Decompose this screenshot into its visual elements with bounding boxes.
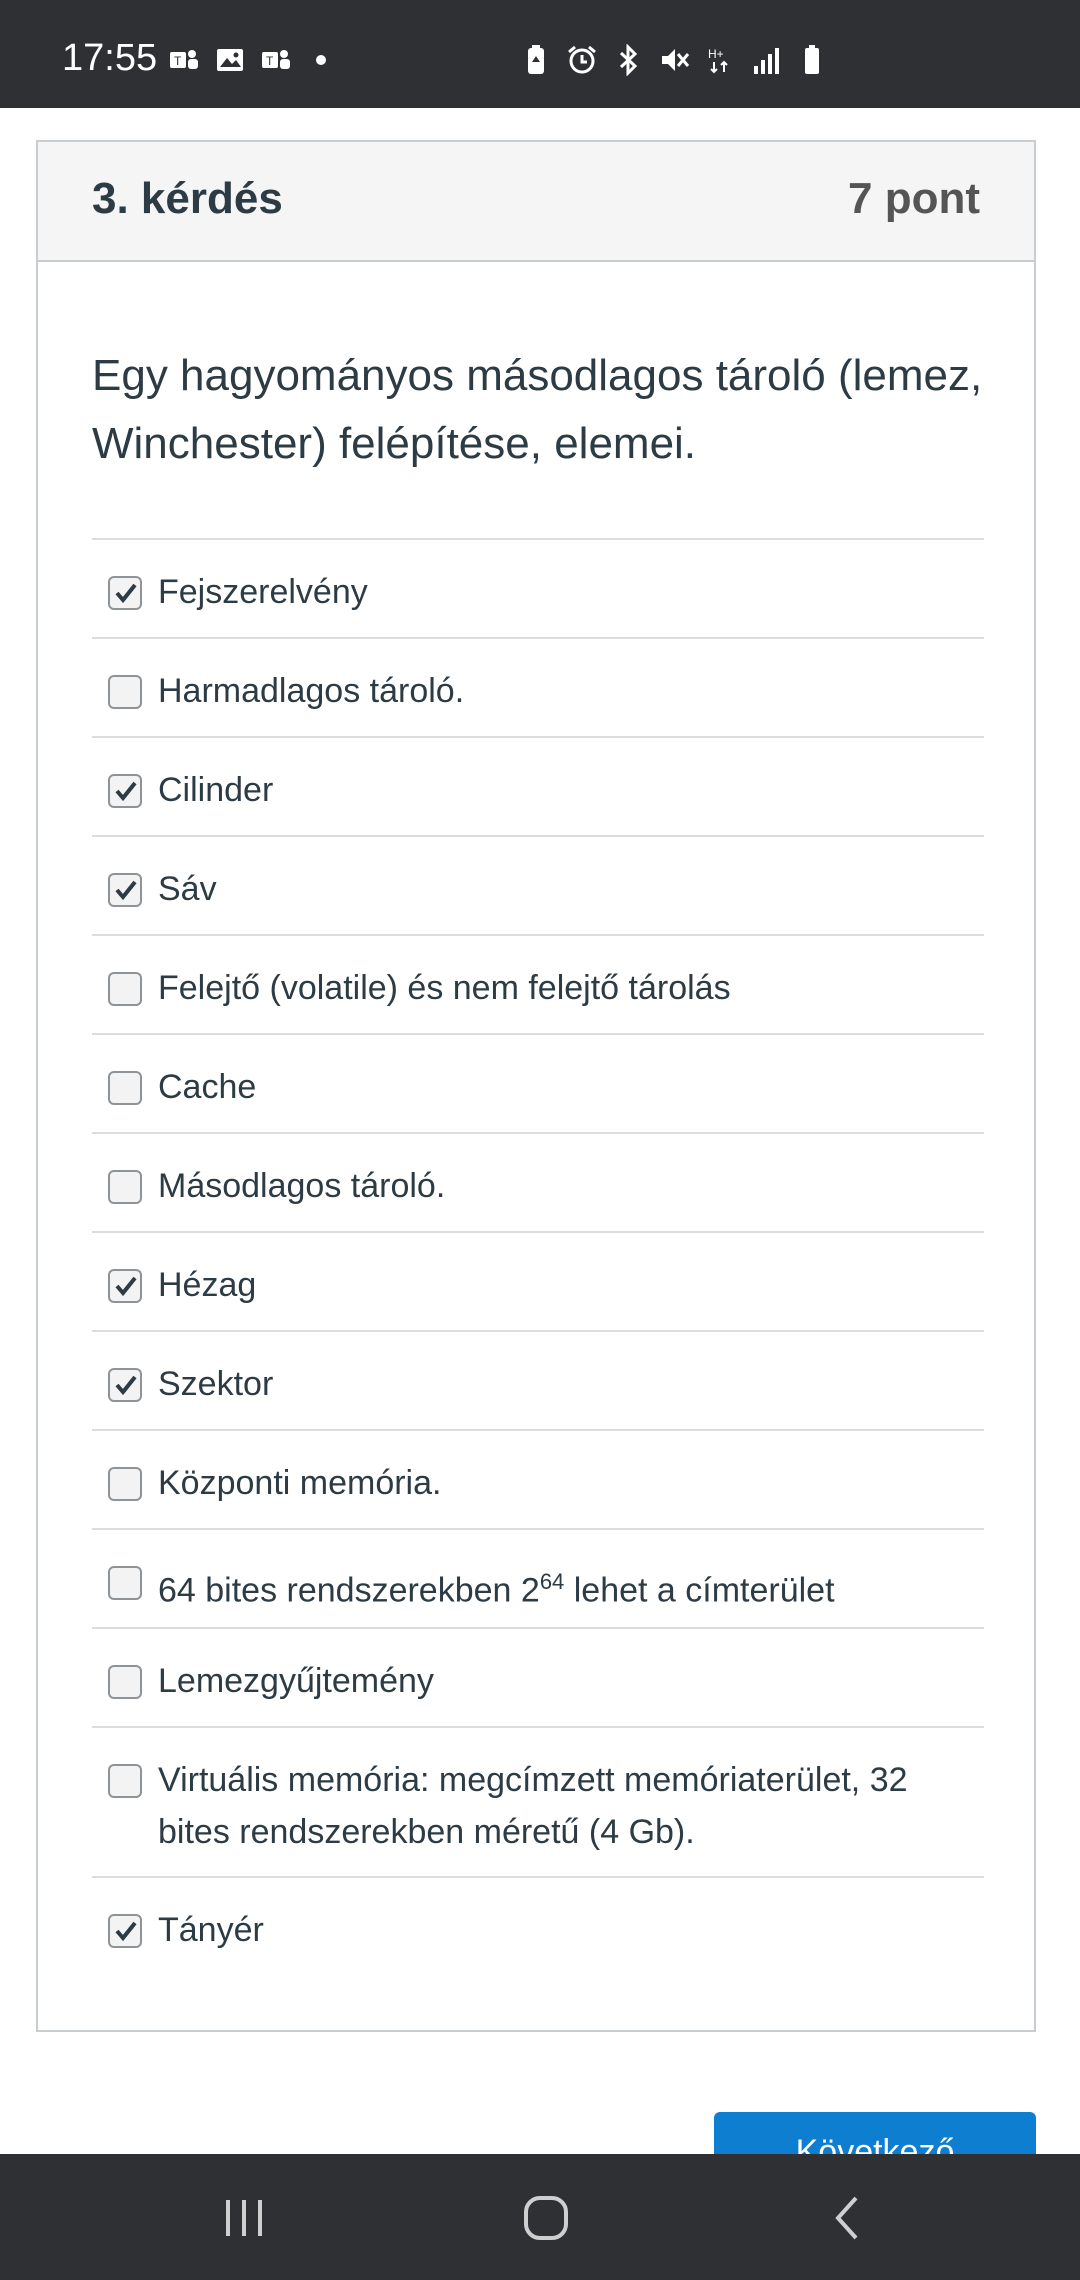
checkmark-icon	[115, 781, 137, 802]
answer-option[interactable]: Felejtő (volatile) és nem felejtő tárolá…	[92, 934, 984, 1033]
notification-dot	[316, 55, 326, 65]
navigation-bar	[0, 2154, 1080, 2280]
answer-label-text: 64 bites rendszerekben 2	[158, 1571, 540, 1610]
svg-text:T: T	[266, 54, 274, 68]
checkbox-checked[interactable]	[108, 873, 142, 907]
checkbox-checked[interactable]	[108, 576, 142, 610]
checkmark-icon	[115, 1375, 137, 1396]
svg-text:H+: H+	[708, 47, 724, 61]
checkbox-checked[interactable]	[108, 1368, 142, 1402]
checkbox-unchecked[interactable]	[108, 1467, 142, 1501]
answer-option[interactable]: Lemezgyűjtemény	[92, 1627, 984, 1726]
signal-icon	[754, 48, 779, 74]
checkbox-checked[interactable]	[108, 1269, 142, 1303]
checkbox-unchecked[interactable]	[108, 1170, 142, 1204]
data-hplus-icon: H+	[708, 47, 728, 74]
answer-label: 64 bites rendszerekben 264 lehet a címte…	[158, 1556, 974, 1616]
answer-label: Szektor	[158, 1365, 274, 1403]
answer-option[interactable]: Fejszerelvény	[92, 538, 984, 637]
answer-label: Harmadlagos tároló.	[158, 672, 465, 710]
answer-option[interactable]: Szektor	[92, 1330, 984, 1429]
checkbox-unchecked[interactable]	[108, 1566, 142, 1600]
checkbox-checked[interactable]	[108, 1914, 142, 1948]
answer-label: Lemezgyűjtemény	[158, 1662, 434, 1700]
question-points: 7 pont	[848, 174, 980, 223]
answer-label: Tányér	[158, 1911, 264, 1949]
answer-option[interactable]: Virtuális memória: megcímzett memóriater…	[92, 1726, 984, 1876]
status-bar: 17:55 T T H+	[0, 0, 1080, 108]
checkbox-unchecked[interactable]	[108, 1071, 142, 1105]
answer-label-superscript: 64	[539, 1569, 565, 1594]
question-text: Egy hagyományos másodlagos tároló (lemez…	[92, 351, 983, 468]
back-icon[interactable]	[818, 2188, 878, 2248]
checkbox-unchecked[interactable]	[108, 1665, 142, 1699]
answer-label: Fejszerelvény	[158, 573, 368, 611]
answer-label: Cache	[158, 1068, 257, 1106]
checkmark-icon	[115, 583, 137, 604]
answer-label: Központi memória.	[158, 1464, 442, 1502]
question-title: 3. kérdés	[92, 174, 283, 223]
gallery-icon	[217, 49, 243, 71]
answer-option[interactable]: Harmadlagos tároló.	[92, 637, 984, 736]
checkmark-icon	[115, 880, 137, 901]
question-card: 3. kérdés 7 pont Egy hagyományos másodla…	[36, 140, 1036, 2032]
checkbox-checked[interactable]	[108, 774, 142, 808]
answer-option[interactable]: Cilinder	[92, 736, 984, 835]
checkbox-unchecked[interactable]	[108, 972, 142, 1006]
teams-icon: T	[170, 50, 198, 69]
answer-label: Másodlagos tároló.	[158, 1167, 446, 1205]
bluetooth-icon	[619, 44, 638, 76]
answer-option[interactable]: Cache	[92, 1033, 984, 1132]
teams-icon: T	[262, 50, 290, 69]
answer-label: Felejtő (volatile) és nem felejtő tárolá…	[158, 969, 731, 1007]
recent-apps-icon[interactable]	[214, 2188, 274, 2248]
mute-icon	[662, 49, 690, 71]
answer-label-text: lehet a címterület	[564, 1571, 835, 1610]
battery-icon	[805, 45, 819, 74]
answer-label: Sáv	[158, 870, 217, 908]
answer-option[interactable]: Másodlagos tároló.	[92, 1132, 984, 1231]
checkmark-icon	[115, 1276, 137, 1297]
answer-option[interactable]: Hézag	[92, 1231, 984, 1330]
checkmark-icon	[115, 1921, 137, 1942]
answer-option[interactable]: Tányér	[92, 1876, 984, 1975]
answer-label: Hézag	[158, 1266, 257, 1304]
checkbox-unchecked[interactable]	[108, 1764, 142, 1798]
svg-text:T: T	[174, 54, 182, 68]
battery-saver-icon	[528, 45, 544, 74]
answer-label: Virtuális memória: megcímzett memóriater…	[158, 1761, 908, 1851]
answer-option[interactable]: Sáv	[92, 835, 984, 934]
question-header: 3. kérdés 7 pont	[38, 142, 1034, 262]
answer-option[interactable]: 64 bites rendszerekben 264 lehet a címte…	[92, 1528, 984, 1627]
answer-label: Cilinder	[158, 771, 274, 809]
answer-list: Fejszerelvény Harmadlagos tároló. Cilinder…	[92, 538, 984, 1975]
checkbox-unchecked[interactable]	[108, 675, 142, 709]
answer-option[interactable]: Központi memória.	[92, 1429, 984, 1528]
home-icon[interactable]	[516, 2188, 576, 2248]
alarm-icon	[568, 45, 596, 74]
status-time: 17:55	[62, 37, 158, 79]
